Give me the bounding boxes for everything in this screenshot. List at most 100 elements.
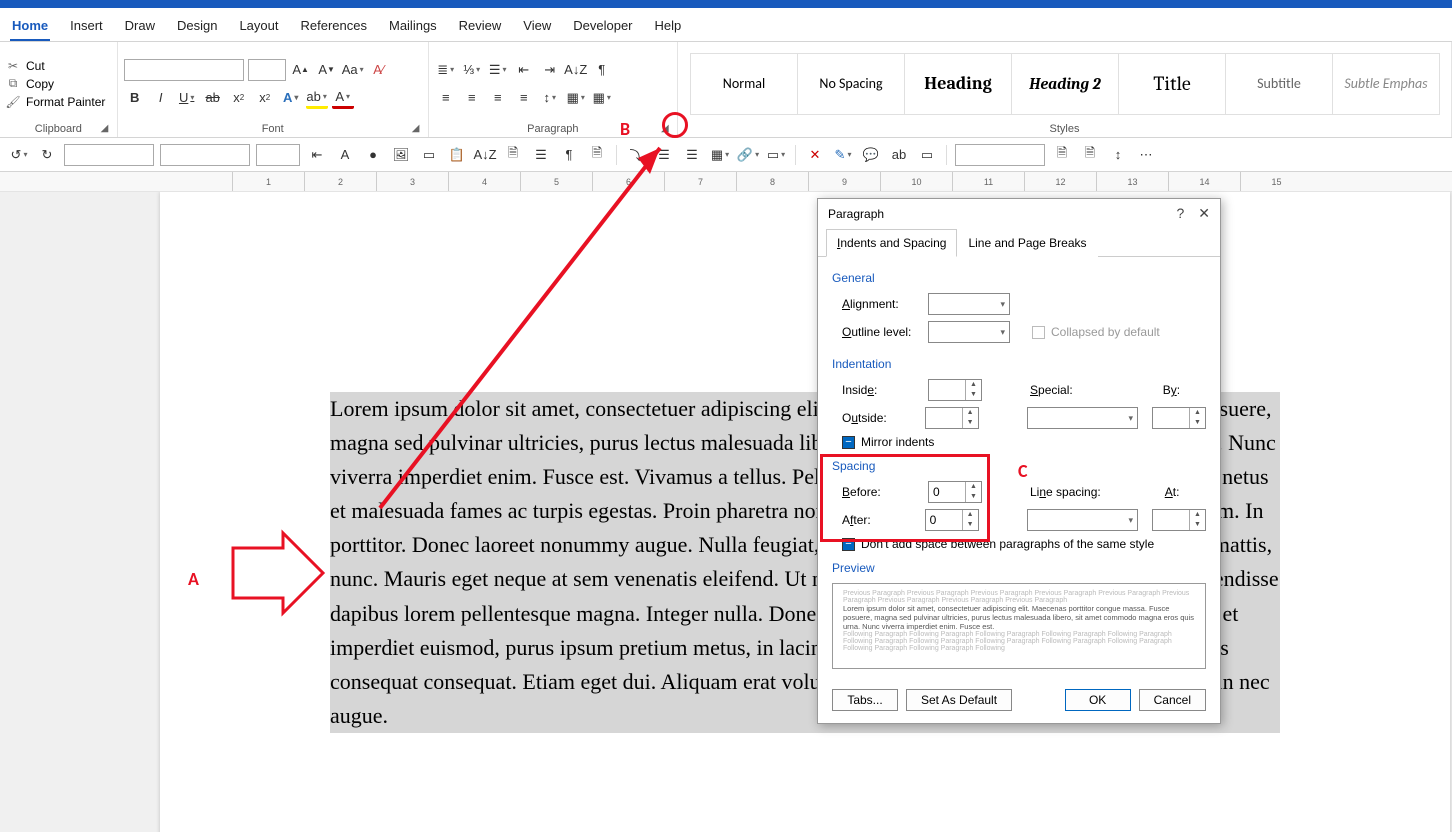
cut-button[interactable]: ✂Cut bbox=[6, 59, 105, 73]
clear-formatting-button[interactable]: A⁄ bbox=[368, 59, 390, 81]
tab-layout[interactable]: Layout bbox=[237, 14, 280, 41]
bold-button[interactable]: B bbox=[124, 87, 146, 109]
before-spin[interactable]: ▲▼ bbox=[928, 481, 982, 503]
after-spin[interactable]: ▲▼ bbox=[925, 509, 979, 531]
qat-combo-1[interactable] bbox=[64, 144, 154, 166]
decrease-indent-button[interactable]: ⇤ bbox=[513, 59, 535, 81]
increase-indent-button[interactable]: ⇥ bbox=[539, 59, 561, 81]
tab-insert[interactable]: Insert bbox=[68, 14, 105, 41]
tab-help[interactable]: Help bbox=[653, 14, 684, 41]
qat-delete-button[interactable]: ✕ bbox=[804, 144, 826, 166]
qat-indent-button[interactable]: ⇤ bbox=[306, 144, 328, 166]
redo-button[interactable]: ↻ bbox=[36, 144, 58, 166]
qat-track-button[interactable]: ab bbox=[888, 144, 910, 166]
tabs-button[interactable]: Tabs... bbox=[832, 689, 898, 711]
format-painter-button[interactable]: 🖌Format Painter bbox=[6, 95, 105, 109]
change-case-button[interactable]: Aa▾ bbox=[342, 59, 364, 81]
outline-combo[interactable]: ▾ bbox=[928, 321, 1010, 343]
no-space-checkbox[interactable] bbox=[842, 538, 855, 551]
text-effects-button[interactable]: A▾ bbox=[280, 87, 302, 109]
style-title[interactable]: Title bbox=[1118, 53, 1226, 115]
font-family-combo[interactable] bbox=[124, 59, 244, 81]
line-spacing-combo[interactable]: ▾ bbox=[1027, 509, 1138, 531]
special-combo[interactable]: ▾ bbox=[1027, 407, 1138, 429]
grow-font-button[interactable]: A▲ bbox=[290, 59, 312, 81]
dialog-help-button[interactable]: ? bbox=[1176, 205, 1184, 222]
subscript-button[interactable]: x2 bbox=[228, 87, 250, 109]
tab-design[interactable]: Design bbox=[175, 14, 219, 41]
numbering-button[interactable]: ⅓▾ bbox=[461, 59, 483, 81]
qat-combo-2[interactable] bbox=[160, 144, 250, 166]
shrink-font-button[interactable]: A▼ bbox=[316, 59, 338, 81]
qat-page-button[interactable]: 🗎 bbox=[502, 144, 524, 166]
style-normal[interactable]: Normal bbox=[690, 53, 798, 115]
tab-home[interactable]: Home bbox=[10, 14, 50, 41]
qat-doc-button[interactable]: 🗎 bbox=[586, 144, 608, 166]
qat-pen-button[interactable]: ✎▾ bbox=[832, 144, 854, 166]
style-heading-1[interactable]: Heading bbox=[904, 53, 1012, 115]
qat-section-button[interactable]: ▭▾ bbox=[765, 144, 787, 166]
line-spacing-button[interactable]: ↕▾ bbox=[539, 87, 561, 109]
underline-button[interactable]: U▾ bbox=[176, 87, 198, 109]
cancel-button[interactable]: Cancel bbox=[1139, 689, 1206, 711]
show-marks-button[interactable]: ¶ bbox=[591, 59, 613, 81]
qat-object-button[interactable]: ▭ bbox=[916, 144, 938, 166]
qat-pilcrow-button[interactable]: ¶ bbox=[558, 144, 580, 166]
mirror-indents-checkbox[interactable] bbox=[842, 436, 855, 449]
copy-button[interactable]: ⧉Copy bbox=[6, 77, 105, 91]
by-spin[interactable]: ▲▼ bbox=[1152, 407, 1206, 429]
alignment-combo[interactable]: ▾ bbox=[928, 293, 1010, 315]
shading-button[interactable]: ▦▾ bbox=[565, 87, 587, 109]
qat-combo-3[interactable] bbox=[256, 144, 300, 166]
qat-table-button[interactable]: ▦▾ bbox=[709, 144, 731, 166]
qat-font-button[interactable]: A bbox=[334, 144, 356, 166]
qat-comment-button[interactable]: 💬 bbox=[860, 144, 882, 166]
align-left-button[interactable]: ≡ bbox=[435, 87, 457, 109]
dialog-tab-indents[interactable]: Indents and Spacing bbox=[826, 229, 957, 257]
set-default-button[interactable]: Set As Default bbox=[906, 689, 1012, 711]
highlight-button[interactable]: ab▾ bbox=[306, 87, 328, 109]
style-subtitle[interactable]: Subtitle bbox=[1225, 53, 1333, 115]
borders-button[interactable]: ▦▾ bbox=[591, 87, 613, 109]
tab-draw[interactable]: Draw bbox=[123, 14, 157, 41]
style-subtle-emphasis[interactable]: Subtle Emphas bbox=[1332, 53, 1440, 115]
font-launcher[interactable]: ◢ bbox=[412, 123, 424, 135]
multilevel-button[interactable]: ☰▾ bbox=[487, 59, 509, 81]
justify-button[interactable]: ≡ bbox=[513, 87, 535, 109]
align-center-button[interactable]: ≡ bbox=[461, 87, 483, 109]
qat-more-button[interactable]: ⋯ bbox=[1135, 144, 1157, 166]
italic-button[interactable]: I bbox=[150, 87, 172, 109]
horizontal-ruler[interactable]: 1 2 3 4 5 6 7 8 9 10 11 12 13 14 15 bbox=[0, 172, 1452, 192]
font-color-button[interactable]: A▾ bbox=[332, 87, 354, 109]
tab-mailings[interactable]: Mailings bbox=[387, 14, 439, 41]
align-right-button[interactable]: ≡ bbox=[487, 87, 509, 109]
document-area[interactable]: Lorem ipsum dolor sit amet, consectetuer… bbox=[0, 192, 1452, 832]
clipboard-launcher[interactable]: ◢ bbox=[101, 123, 113, 135]
tab-references[interactable]: References bbox=[299, 14, 369, 41]
undo-dropdown[interactable]: ↺▾ bbox=[8, 144, 30, 166]
strikethrough-button[interactable]: ab bbox=[202, 87, 224, 109]
at-spin[interactable]: ▲▼ bbox=[1152, 509, 1206, 531]
qat-link-button[interactable]: 🔗▾ bbox=[737, 144, 759, 166]
font-size-combo[interactable] bbox=[248, 59, 286, 81]
qat-save-button[interactable]: 🗎 bbox=[1051, 144, 1073, 166]
qat-print-button[interactable]: 🗎 bbox=[1079, 144, 1101, 166]
qat-list-button[interactable]: ☰ bbox=[530, 144, 552, 166]
styles-gallery[interactable]: Normal No Spacing Heading Heading 2 Titl… bbox=[684, 46, 1445, 121]
outside-spin[interactable]: ▲▼ bbox=[925, 407, 979, 429]
ok-button[interactable]: OK bbox=[1065, 689, 1131, 711]
sort-button[interactable]: A↓Z bbox=[565, 59, 587, 81]
tab-review[interactable]: Review bbox=[457, 14, 504, 41]
qat-paste-button[interactable]: 📋 bbox=[446, 144, 468, 166]
qat-frame-button[interactable]: ▭ bbox=[418, 144, 440, 166]
qat-header-button[interactable]: ☰ bbox=[653, 144, 675, 166]
qat-break-button[interactable]: ⤵ bbox=[625, 144, 647, 166]
tab-view[interactable]: View bbox=[521, 14, 553, 41]
dialog-tab-breaks[interactable]: Line and Page Breaks bbox=[957, 229, 1097, 257]
qat-image-button[interactable]: 🖼 bbox=[390, 144, 412, 166]
bullets-button[interactable]: ≣▾ bbox=[435, 59, 457, 81]
qat-combo-4[interactable] bbox=[955, 144, 1045, 166]
superscript-button[interactable]: x2 bbox=[254, 87, 276, 109]
qat-footer-button[interactable]: ☰ bbox=[681, 144, 703, 166]
tab-developer[interactable]: Developer bbox=[571, 14, 634, 41]
